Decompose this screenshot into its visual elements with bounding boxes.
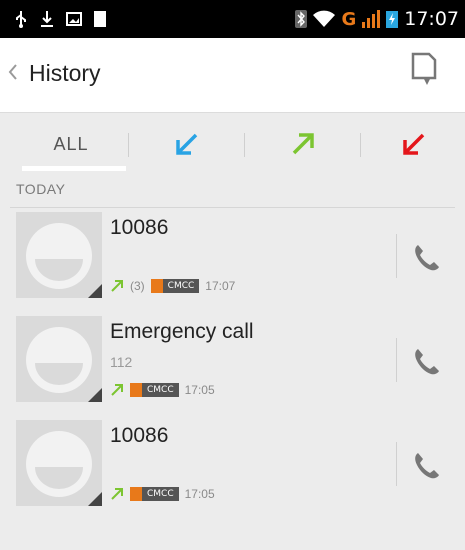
page-title[interactable]: History bbox=[29, 60, 101, 87]
tab-separator bbox=[128, 133, 129, 157]
signal-icon bbox=[362, 10, 381, 28]
tab-incoming[interactable] bbox=[130, 113, 244, 175]
sim-flag bbox=[130, 487, 142, 501]
missed-arrow-icon bbox=[402, 133, 424, 155]
call-count: (3) bbox=[130, 279, 145, 293]
sim-badge: CMCC bbox=[130, 383, 179, 397]
call-log-item[interactable]: 10086 CMCC 17:05 bbox=[0, 420, 465, 520]
section-title: TODAY bbox=[16, 181, 66, 197]
contact-number: 112 bbox=[110, 354, 133, 370]
call-list: 10086 (3) CMCC 17:07 Emergency call 112 … bbox=[0, 208, 465, 550]
phone-icon[interactable] bbox=[410, 242, 442, 274]
outgoing-call-icon bbox=[111, 280, 123, 292]
sim-flag bbox=[150, 279, 163, 293]
chevron-left-icon[interactable] bbox=[8, 63, 18, 81]
call-time: 17:07 bbox=[205, 279, 236, 293]
avatar[interactable] bbox=[16, 212, 102, 298]
document-filter-icon[interactable] bbox=[411, 52, 437, 88]
status-icons-left bbox=[14, 0, 106, 38]
row-divider bbox=[396, 442, 397, 486]
call-time: 17:05 bbox=[184, 383, 215, 397]
avatar[interactable] bbox=[16, 420, 102, 506]
call-log-item[interactable]: 10086 (3) CMCC 17:07 bbox=[0, 212, 465, 312]
wifi-icon bbox=[313, 10, 336, 27]
tab-all-label: ALL bbox=[53, 133, 89, 154]
sim-flag bbox=[130, 383, 142, 397]
battery-full-icon bbox=[94, 11, 106, 27]
tab-all[interactable]: ALL bbox=[14, 113, 128, 175]
call-time: 17:05 bbox=[184, 487, 215, 501]
tab-bar: ALL bbox=[0, 112, 465, 174]
avatar-placeholder-icon bbox=[26, 327, 102, 402]
sim-label: CMCC bbox=[142, 383, 179, 397]
tab-separator bbox=[360, 133, 361, 157]
bluetooth-icon bbox=[295, 10, 308, 28]
tab-separator bbox=[244, 133, 245, 157]
row-divider bbox=[396, 338, 397, 382]
avatar[interactable] bbox=[16, 316, 102, 402]
outgoing-arrow-icon bbox=[292, 133, 314, 155]
outgoing-call-icon bbox=[111, 384, 123, 396]
sim-badge: CMCC bbox=[150, 279, 200, 293]
avatar-placeholder-icon bbox=[26, 223, 102, 298]
row-divider bbox=[396, 234, 397, 278]
phone-icon[interactable] bbox=[410, 450, 442, 482]
usb-icon bbox=[16, 11, 26, 28]
status-time: 17:07 bbox=[404, 8, 459, 30]
sim-badge: CMCC bbox=[130, 487, 179, 501]
contact-name: Emergency call bbox=[110, 320, 254, 343]
status-icons-right: G 17:07 bbox=[295, 0, 459, 38]
tab-missed[interactable] bbox=[362, 113, 465, 175]
sim-label: CMCC bbox=[142, 487, 179, 501]
sim-label: CMCC bbox=[162, 279, 200, 293]
call-meta: CMCC 17:05 bbox=[110, 484, 215, 504]
image-icon bbox=[66, 12, 82, 26]
outgoing-call-icon bbox=[111, 488, 123, 500]
section-header: TODAY bbox=[0, 174, 465, 208]
status-bar: G 17:07 bbox=[0, 0, 465, 38]
call-log-item[interactable]: Emergency call 112 CMCC 17:05 bbox=[0, 316, 465, 416]
avatar-placeholder-icon bbox=[26, 431, 102, 506]
tab-all-indicator bbox=[22, 166, 126, 171]
battery-icon bbox=[386, 11, 399, 28]
download-icon bbox=[41, 11, 53, 27]
incoming-arrow-icon bbox=[176, 133, 198, 155]
contact-name: 10086 bbox=[110, 216, 169, 239]
contact-name: 10086 bbox=[110, 424, 169, 447]
call-meta: (3) CMCC 17:07 bbox=[110, 276, 235, 296]
network-type: G bbox=[341, 8, 357, 30]
call-meta: CMCC 17:05 bbox=[110, 380, 215, 400]
action-bar: History bbox=[0, 38, 465, 112]
phone-icon[interactable] bbox=[410, 346, 442, 378]
tab-outgoing[interactable] bbox=[246, 113, 360, 175]
